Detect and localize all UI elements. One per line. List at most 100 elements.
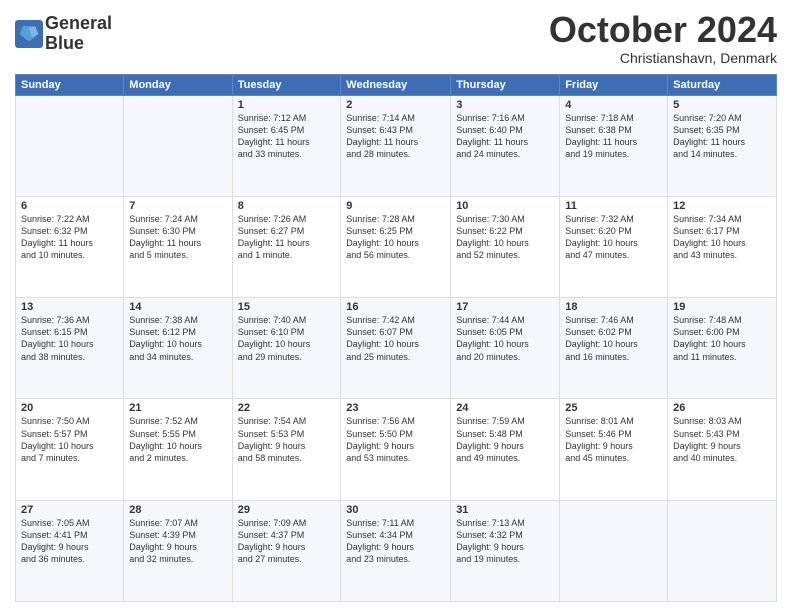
logo: General Blue [15, 14, 112, 54]
calendar-cell: 28Sunrise: 7:07 AM Sunset: 4:39 PM Dayli… [124, 500, 232, 601]
calendar-cell: 26Sunrise: 8:03 AM Sunset: 5:43 PM Dayli… [668, 399, 777, 500]
calendar-cell: 5Sunrise: 7:20 AM Sunset: 6:35 PM Daylig… [668, 95, 777, 196]
day-info: Sunrise: 7:56 AM Sunset: 5:50 PM Dayligh… [346, 415, 445, 464]
week-row-1: 6Sunrise: 7:22 AM Sunset: 6:32 PM Daylig… [16, 196, 777, 297]
title-block: October 2024 Christianshavn, Denmark [549, 10, 777, 66]
calendar-cell [16, 95, 124, 196]
day-number: 5 [673, 99, 771, 111]
day-info: Sunrise: 7:48 AM Sunset: 6:00 PM Dayligh… [673, 314, 771, 363]
day-number: 25 [565, 402, 662, 414]
calendar-cell: 20Sunrise: 7:50 AM Sunset: 5:57 PM Dayli… [16, 399, 124, 500]
day-number: 10 [456, 200, 554, 212]
calendar-cell: 18Sunrise: 7:46 AM Sunset: 6:02 PM Dayli… [560, 298, 668, 399]
calendar-cell: 23Sunrise: 7:56 AM Sunset: 5:50 PM Dayli… [341, 399, 451, 500]
calendar-cell: 14Sunrise: 7:38 AM Sunset: 6:12 PM Dayli… [124, 298, 232, 399]
logo-text-line2: Blue [45, 34, 112, 54]
day-info: Sunrise: 7:26 AM Sunset: 6:27 PM Dayligh… [238, 213, 336, 262]
day-info: Sunrise: 7:54 AM Sunset: 5:53 PM Dayligh… [238, 415, 336, 464]
logo-text-line1: General [45, 14, 112, 34]
calendar-cell: 29Sunrise: 7:09 AM Sunset: 4:37 PM Dayli… [232, 500, 341, 601]
day-number: 19 [673, 301, 771, 313]
day-number: 20 [21, 402, 118, 414]
calendar-page: General Blue October 2024 Christianshavn… [0, 0, 792, 612]
day-number: 17 [456, 301, 554, 313]
day-number: 15 [238, 301, 336, 313]
calendar-cell: 30Sunrise: 7:11 AM Sunset: 4:34 PM Dayli… [341, 500, 451, 601]
location: Christianshavn, Denmark [549, 50, 777, 66]
day-info: Sunrise: 7:18 AM Sunset: 6:38 PM Dayligh… [565, 112, 662, 161]
day-number: 29 [238, 504, 336, 516]
day-info: Sunrise: 7:52 AM Sunset: 5:55 PM Dayligh… [129, 415, 226, 464]
day-info: Sunrise: 7:13 AM Sunset: 4:32 PM Dayligh… [456, 517, 554, 566]
day-number: 18 [565, 301, 662, 313]
calendar-cell: 27Sunrise: 7:05 AM Sunset: 4:41 PM Dayli… [16, 500, 124, 601]
day-number: 16 [346, 301, 445, 313]
header-cell-thursday: Thursday [451, 74, 560, 95]
calendar-cell: 25Sunrise: 8:01 AM Sunset: 5:46 PM Dayli… [560, 399, 668, 500]
day-number: 2 [346, 99, 445, 111]
day-number: 6 [21, 200, 118, 212]
day-number: 14 [129, 301, 226, 313]
calendar-cell: 9Sunrise: 7:28 AM Sunset: 6:25 PM Daylig… [341, 196, 451, 297]
calendar-cell: 16Sunrise: 7:42 AM Sunset: 6:07 PM Dayli… [341, 298, 451, 399]
header-cell-wednesday: Wednesday [341, 74, 451, 95]
week-row-0: 1Sunrise: 7:12 AM Sunset: 6:45 PM Daylig… [16, 95, 777, 196]
day-number: 7 [129, 200, 226, 212]
day-number: 13 [21, 301, 118, 313]
calendar-cell: 21Sunrise: 7:52 AM Sunset: 5:55 PM Dayli… [124, 399, 232, 500]
day-info: Sunrise: 7:11 AM Sunset: 4:34 PM Dayligh… [346, 517, 445, 566]
day-info: Sunrise: 7:44 AM Sunset: 6:05 PM Dayligh… [456, 314, 554, 363]
day-number: 24 [456, 402, 554, 414]
header-cell-friday: Friday [560, 74, 668, 95]
day-info: Sunrise: 7:09 AM Sunset: 4:37 PM Dayligh… [238, 517, 336, 566]
day-number: 23 [346, 402, 445, 414]
calendar-table: SundayMondayTuesdayWednesdayThursdayFrid… [15, 74, 777, 602]
day-number: 28 [129, 504, 226, 516]
calendar-cell: 11Sunrise: 7:32 AM Sunset: 6:20 PM Dayli… [560, 196, 668, 297]
day-info: Sunrise: 7:30 AM Sunset: 6:22 PM Dayligh… [456, 213, 554, 262]
calendar-cell: 19Sunrise: 7:48 AM Sunset: 6:00 PM Dayli… [668, 298, 777, 399]
day-number: 26 [673, 402, 771, 414]
day-info: Sunrise: 7:22 AM Sunset: 6:32 PM Dayligh… [21, 213, 118, 262]
day-number: 31 [456, 504, 554, 516]
day-number: 12 [673, 200, 771, 212]
day-info: Sunrise: 7:40 AM Sunset: 6:10 PM Dayligh… [238, 314, 336, 363]
day-info: Sunrise: 7:50 AM Sunset: 5:57 PM Dayligh… [21, 415, 118, 464]
calendar-cell: 10Sunrise: 7:30 AM Sunset: 6:22 PM Dayli… [451, 196, 560, 297]
calendar-cell: 24Sunrise: 7:59 AM Sunset: 5:48 PM Dayli… [451, 399, 560, 500]
day-number: 4 [565, 99, 662, 111]
day-number: 22 [238, 402, 336, 414]
calendar-cell: 15Sunrise: 7:40 AM Sunset: 6:10 PM Dayli… [232, 298, 341, 399]
month-title: October 2024 [549, 10, 777, 50]
day-info: Sunrise: 7:14 AM Sunset: 6:43 PM Dayligh… [346, 112, 445, 161]
calendar-cell: 12Sunrise: 7:34 AM Sunset: 6:17 PM Dayli… [668, 196, 777, 297]
week-row-4: 27Sunrise: 7:05 AM Sunset: 4:41 PM Dayli… [16, 500, 777, 601]
calendar-cell: 7Sunrise: 7:24 AM Sunset: 6:30 PM Daylig… [124, 196, 232, 297]
day-info: Sunrise: 8:03 AM Sunset: 5:43 PM Dayligh… [673, 415, 771, 464]
header-cell-monday: Monday [124, 74, 232, 95]
calendar-cell: 2Sunrise: 7:14 AM Sunset: 6:43 PM Daylig… [341, 95, 451, 196]
day-number: 8 [238, 200, 336, 212]
calendar-cell [560, 500, 668, 601]
day-info: Sunrise: 7:24 AM Sunset: 6:30 PM Dayligh… [129, 213, 226, 262]
header-cell-saturday: Saturday [668, 74, 777, 95]
calendar-cell: 1Sunrise: 7:12 AM Sunset: 6:45 PM Daylig… [232, 95, 341, 196]
header-cell-sunday: Sunday [16, 74, 124, 95]
day-info: Sunrise: 7:34 AM Sunset: 6:17 PM Dayligh… [673, 213, 771, 262]
header-cell-tuesday: Tuesday [232, 74, 341, 95]
day-number: 1 [238, 99, 336, 111]
day-info: Sunrise: 7:42 AM Sunset: 6:07 PM Dayligh… [346, 314, 445, 363]
day-number: 30 [346, 504, 445, 516]
day-number: 11 [565, 200, 662, 212]
calendar-cell: 4Sunrise: 7:18 AM Sunset: 6:38 PM Daylig… [560, 95, 668, 196]
day-info: Sunrise: 7:28 AM Sunset: 6:25 PM Dayligh… [346, 213, 445, 262]
calendar-cell [124, 95, 232, 196]
calendar-cell: 31Sunrise: 7:13 AM Sunset: 4:32 PM Dayli… [451, 500, 560, 601]
day-info: Sunrise: 7:36 AM Sunset: 6:15 PM Dayligh… [21, 314, 118, 363]
day-info: Sunrise: 7:32 AM Sunset: 6:20 PM Dayligh… [565, 213, 662, 262]
calendar-cell: 3Sunrise: 7:16 AM Sunset: 6:40 PM Daylig… [451, 95, 560, 196]
day-number: 27 [21, 504, 118, 516]
day-info: Sunrise: 7:38 AM Sunset: 6:12 PM Dayligh… [129, 314, 226, 363]
calendar-cell: 17Sunrise: 7:44 AM Sunset: 6:05 PM Dayli… [451, 298, 560, 399]
logo-icon [15, 20, 43, 48]
